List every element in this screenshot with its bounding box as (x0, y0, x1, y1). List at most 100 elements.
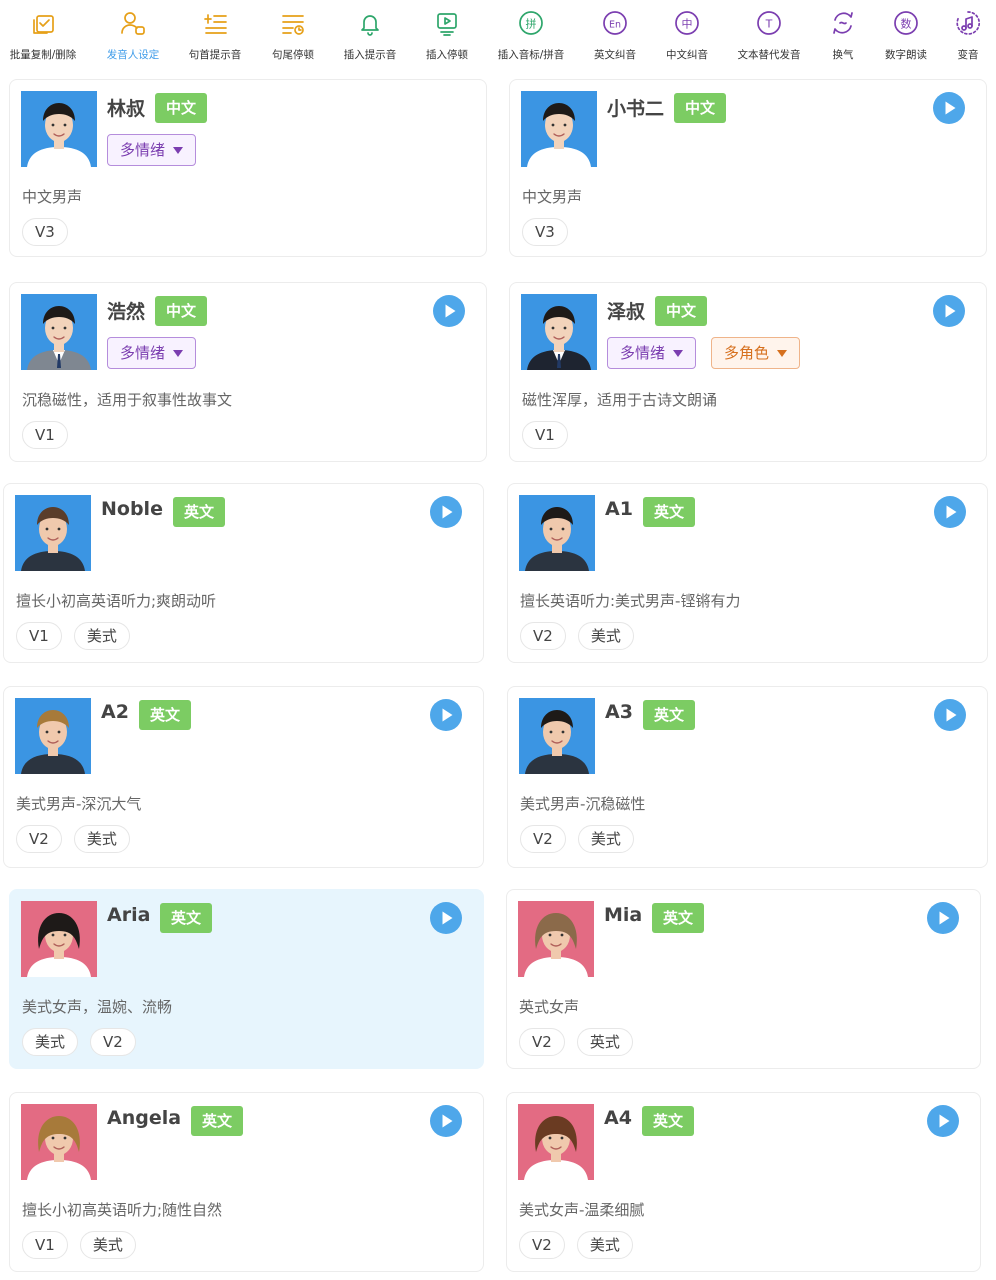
language-badge: 中文 (655, 296, 708, 326)
voice-description: 英式女声 (519, 998, 580, 1016)
voice-name: Aria (107, 904, 151, 926)
voice-card[interactable]: Mia 英文 英式女声 V2 英式 (506, 889, 981, 1069)
tag-list: V2 美式 (520, 622, 634, 650)
play-button[interactable] (927, 902, 959, 934)
voice-name: Noble (101, 498, 163, 520)
version-tag: V1 (16, 622, 62, 650)
avatar (521, 294, 597, 370)
voice-description: 美式男声-沉稳磁性 (520, 795, 646, 813)
voice-change-icon (953, 8, 983, 42)
voice-card[interactable]: A3 英文 美式男声-沉稳磁性 V2 美式 (507, 686, 988, 868)
dropdown-label: 多情绪 (120, 141, 166, 159)
language-badge: 英文 (643, 497, 696, 527)
pinyin-icon: 拼 (516, 8, 546, 42)
play-icon (934, 699, 966, 731)
play-button[interactable] (430, 496, 462, 528)
version-tag: 美式 (73, 622, 130, 650)
version-tag: V2 (520, 825, 566, 853)
voice-description: 中文男声 (522, 188, 583, 206)
version-tag: V1 (522, 421, 568, 449)
voice-card[interactable]: 泽叔 中文 多情绪 多角色 磁性浑厚，适用于古诗文朗诵 V1 (509, 282, 987, 462)
language-badge: 英文 (139, 700, 192, 730)
voice-name: A2 (101, 701, 129, 723)
caret-down-icon (173, 147, 184, 154)
toolbar-voice-change-button[interactable]: 变音 (920, 8, 996, 64)
play-icon (934, 496, 966, 528)
avatar (21, 91, 97, 167)
toolbar-label: 插入音标/拼音 (497, 49, 565, 61)
voice-card[interactable]: Angela 英文 擅长小初高英语听力;随性自然 V1 美式 (9, 1092, 484, 1272)
tag-list: V1 (22, 421, 68, 449)
voice-name: Mia (604, 904, 643, 926)
sentence-end-icon (278, 8, 308, 42)
version-tag: V2 (519, 1231, 565, 1259)
version-tag: 美式 (577, 622, 634, 650)
play-button[interactable] (934, 496, 966, 528)
play-icon (933, 295, 965, 327)
multi-emotion-dropdown[interactable]: 多情绪 (107, 337, 197, 369)
voice-card[interactable]: 林叔 中文 多情绪 中文男声 V3 (9, 79, 487, 257)
speaker-setting-icon (118, 8, 148, 42)
tag-list: V1 美式 (16, 622, 130, 650)
svg-text:拼: 拼 (526, 17, 537, 31)
play-button[interactable] (433, 295, 465, 327)
toolbar-label: 插入提示音 (343, 49, 397, 61)
play-button[interactable] (927, 1105, 959, 1137)
language-badge: 英文 (652, 903, 705, 933)
play-button[interactable] (933, 92, 965, 124)
toolbar-label: 变音 (957, 49, 979, 61)
svg-text:T: T (765, 18, 773, 31)
play-icon (433, 295, 465, 327)
toolbar-pause-button[interactable]: 插入停顿 (399, 8, 495, 64)
play-button[interactable] (430, 699, 462, 731)
voice-card[interactable]: A1 英文 擅长英语听力:美式男声-铿锵有力 V2 美式 (507, 483, 988, 663)
voice-card[interactable]: A2 英文 美式男声-深沉大气 V2 美式 (3, 686, 484, 868)
play-button[interactable] (430, 902, 462, 934)
play-button[interactable] (430, 1105, 462, 1137)
avatar (21, 901, 97, 977)
version-tag: V2 (90, 1028, 136, 1056)
voice-card[interactable]: A4 英文 美式女声-温柔细腻 V2 美式 (506, 1092, 981, 1272)
voice-card[interactable]: Noble 英文 擅长小初高英语听力;爽朗动听 V1 美式 (3, 483, 484, 663)
avatar (518, 901, 594, 977)
dropdown-label: 多情绪 (120, 344, 166, 362)
language-badge: 英文 (191, 1106, 244, 1136)
toolbar-batch-copy-button[interactable]: 批量复制/删除 (0, 8, 91, 64)
tag-list: 美式 V2 (22, 1028, 136, 1056)
play-button[interactable] (934, 699, 966, 731)
voice-name: 小书二 (607, 98, 665, 120)
toolbar-label: 换气 (832, 49, 854, 61)
voice-description: 美式女声-温柔细腻 (519, 1201, 645, 1219)
voice-card[interactable]: Aria 英文 美式女声，温婉、流畅 美式 V2 (9, 889, 484, 1069)
en-icon: En (600, 8, 630, 42)
multi-emotion-dropdown[interactable]: 多情绪 (107, 134, 197, 166)
tag-list: V2 美式 (520, 825, 634, 853)
dropdown-label: 多情绪 (620, 344, 666, 362)
tag-list: V2 美式 (519, 1231, 633, 1259)
version-tag: V2 (519, 1028, 565, 1056)
multi-role-dropdown[interactable]: 多角色 (711, 337, 801, 369)
voice-description: 沉稳磁性，适用于叙事性故事文 (22, 391, 233, 409)
voice-description: 擅长小初高英语听力;随性自然 (22, 1201, 223, 1219)
tag-list: V1 (522, 421, 568, 449)
play-icon (430, 1105, 462, 1137)
voice-description: 美式男声-深沉大气 (16, 795, 142, 813)
zh-icon: 中 (672, 8, 702, 42)
play-button[interactable] (933, 295, 965, 327)
version-tag: V3 (522, 218, 568, 246)
voice-name: A3 (605, 701, 633, 723)
language-badge: 英文 (642, 1106, 695, 1136)
sentence-start-icon (200, 8, 230, 42)
voice-card[interactable]: 小书二 中文 中文男声 V3 (509, 79, 987, 257)
toolbar-pinyin-button[interactable]: 拼插入音标/拼音 (483, 8, 579, 64)
play-icon (430, 699, 462, 731)
play-icon (927, 1105, 959, 1137)
text-replace-icon: T (754, 8, 784, 42)
toolbar-label: 发音人设定 (106, 49, 160, 61)
number-icon: 数 (891, 8, 921, 42)
toolbar-label: 英文纠音 (594, 49, 636, 61)
voice-card[interactable]: 浩然 中文 多情绪 沉稳磁性，适用于叙事性故事文 V1 (9, 282, 487, 462)
multi-emotion-dropdown[interactable]: 多情绪 (607, 337, 697, 369)
avatar (519, 698, 595, 774)
tag-list: V3 (22, 218, 68, 246)
